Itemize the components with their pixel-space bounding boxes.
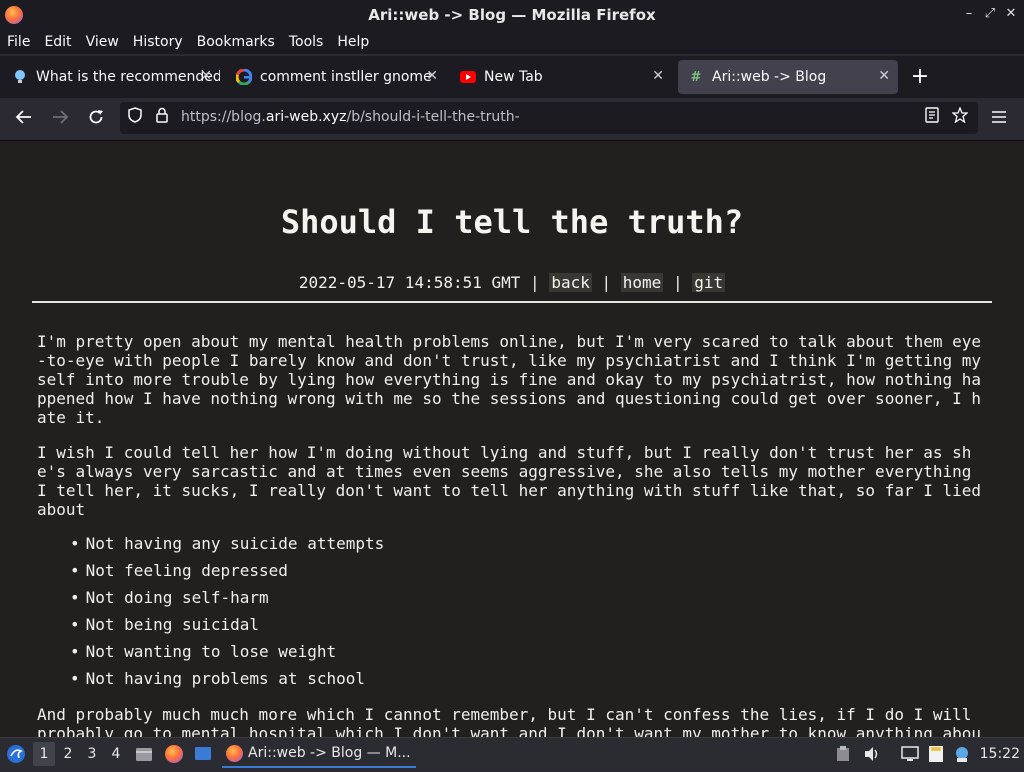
close-tab-icon[interactable]: ✕: [200, 68, 212, 84]
hash-icon: #: [690, 69, 702, 85]
new-tab-button[interactable]: +: [908, 63, 932, 91]
list-item: Not doing self-harm: [70, 588, 384, 615]
clock: 15:22: [979, 746, 1020, 762]
notes-icon[interactable]: [926, 742, 946, 766]
menu-edit[interactable]: Edit: [44, 34, 71, 50]
workspace-1[interactable]: 1: [33, 742, 55, 766]
arrow-right-icon: [53, 110, 69, 124]
arrow-left-icon: [15, 110, 31, 124]
lies-list: Not having any suicide attempts Not feel…: [70, 534, 385, 696]
file-manager-icon[interactable]: [133, 742, 155, 766]
reload-button[interactable]: [85, 108, 107, 130]
url-text[interactable]: https://blog.ari-web.xyz/b/should-i-tell…: [181, 109, 520, 125]
menu-view[interactable]: View: [86, 34, 119, 50]
workspace-4[interactable]: 4: [105, 742, 127, 766]
close-tab-icon[interactable]: ✕: [878, 68, 890, 84]
list-item: Not having problems at school: [70, 669, 384, 696]
navigation-bar: https://blog.ari-web.xyz/b/should-i-tell…: [0, 98, 1024, 141]
list-item: Not being suicidal: [70, 615, 384, 642]
list-item: Not wanting to lose weight: [70, 642, 384, 669]
divider: [32, 301, 992, 303]
workspace-2[interactable]: 2: [57, 742, 79, 766]
reader-view-icon[interactable]: [922, 107, 942, 129]
paragraph-2: I wish I could tell her how I'm doing wi…: [37, 443, 982, 519]
title-bar: Ari::web -> Blog — Mozilla Firefox – ⤢ ✕: [0, 0, 1024, 30]
post-title: Should I tell the truth?: [280, 203, 744, 241]
start-menu-icon[interactable]: [4, 742, 28, 766]
url-bar[interactable]: https://blog.ari-web.xyz/b/should-i-tell…: [120, 102, 978, 134]
list-item: Not having any suicide attempts: [70, 534, 385, 561]
volume-icon[interactable]: [862, 742, 882, 766]
close-tab-icon[interactable]: ✕: [426, 68, 438, 84]
tab-label: What is the recommended: [36, 69, 220, 85]
home-link[interactable]: home: [620, 273, 664, 292]
workspace-3[interactable]: 3: [81, 742, 103, 766]
bookmark-star-icon[interactable]: [950, 106, 970, 129]
menu-bookmarks[interactable]: Bookmarks: [197, 34, 275, 50]
updates-icon[interactable]: [952, 742, 972, 766]
firefox-logo-icon: [5, 6, 23, 24]
tab-label: Ari::web -> Blog: [712, 69, 827, 85]
app-menu-button[interactable]: [988, 108, 1010, 130]
window-title: Ari::web -> Blog — Mozilla Firefox: [368, 6, 656, 24]
reload-icon: [89, 110, 103, 124]
clipboard-icon[interactable]: [834, 742, 852, 766]
close-window-button[interactable]: ✕: [1002, 6, 1020, 21]
separator: |: [601, 273, 612, 292]
menu-history[interactable]: History: [133, 34, 183, 50]
separator: |: [530, 273, 540, 292]
firefox-launcher-icon[interactable]: [163, 742, 185, 766]
youtube-icon: [460, 69, 476, 85]
taskbar: 1 2 3 4 Ari::web -> Blog — M... 15:22: [0, 737, 1024, 769]
tab-bar: What is the recommended ✕ comment instll…: [0, 56, 1024, 98]
back-button[interactable]: [13, 108, 35, 130]
minimize-button[interactable]: –: [960, 6, 978, 21]
task-label: Ari::web -> Blog — M...: [248, 745, 411, 761]
back-link[interactable]: back: [549, 273, 592, 292]
show-desktop-icon[interactable]: [192, 742, 214, 766]
taskbar-firefox-window[interactable]: Ari::web -> Blog — M...: [222, 740, 416, 768]
page-content: Should I tell the truth? 2022-05-17 14:5…: [0, 141, 1024, 737]
hamburger-icon: [992, 111, 1006, 123]
tab-ari-web-blog[interactable]: # Ari::web -> Blog ✕: [678, 60, 898, 94]
shield-icon[interactable]: [125, 107, 145, 129]
paragraph-3: And probably much much more which I cann…: [37, 705, 982, 737]
forward-button[interactable]: [49, 108, 71, 130]
firefox-icon: [226, 745, 243, 762]
maximize-button[interactable]: ⤢: [981, 6, 999, 21]
menu-file[interactable]: File: [7, 34, 30, 50]
separator: |: [672, 273, 683, 292]
network-icon[interactable]: [900, 742, 920, 766]
post-meta: 2022-05-17 14:58:51 GMT | back | home | …: [0, 273, 1024, 292]
tab-recommended[interactable]: What is the recommended ✕: [2, 60, 220, 94]
tab-label: New Tab: [484, 69, 543, 85]
google-icon: [236, 69, 252, 85]
close-tab-icon[interactable]: ✕: [652, 68, 664, 84]
tab-label: comment instller gnome: [260, 69, 432, 85]
menu-bar: File Edit View History Bookmarks Tools H…: [0, 30, 1024, 54]
list-item: Not feeling depressed: [70, 561, 384, 588]
tab-new-tab[interactable]: New Tab ✕: [450, 60, 672, 94]
post-date: 2022-05-17 14:58:51 GMT: [298, 273, 521, 292]
paragraph-1: I'm pretty open about my mental health p…: [37, 332, 982, 427]
bulb-icon: [12, 69, 28, 85]
menu-help[interactable]: Help: [337, 34, 369, 50]
menu-tools[interactable]: Tools: [289, 34, 324, 50]
git-link[interactable]: git: [692, 273, 726, 292]
tab-google-search[interactable]: comment instller gnome ✕: [226, 60, 446, 94]
lock-icon[interactable]: [152, 107, 172, 129]
